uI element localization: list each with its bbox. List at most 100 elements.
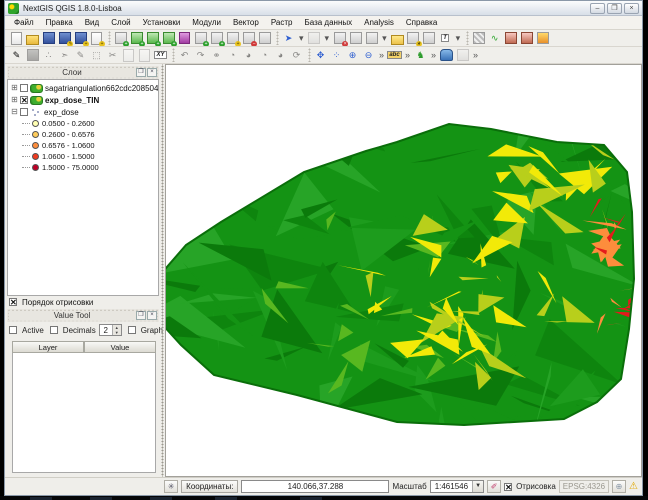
render-checkbox[interactable]: ✕ [504, 483, 512, 491]
menu-analysis[interactable]: Analysis [359, 17, 399, 28]
layer-row-sagatriangulation[interactable]: ⊞ sagatriangulation662cdc2085044b35... [8, 82, 158, 94]
layers-tree[interactable]: ⊞ sagatriangulation662cdc2085044b35... ⊞… [7, 79, 159, 296]
dropdown-caret[interactable]: ▾ [454, 33, 463, 44]
menu-view[interactable]: Вид [80, 17, 104, 28]
layer-row-exp-dose-tin[interactable]: ⊞ ✕ exp_dose_TIN [8, 94, 158, 106]
add-delimited-text-icon[interactable] [257, 31, 272, 46]
cut-features-icon[interactable]: ✂ [105, 48, 120, 63]
delete-ring-icon[interactable]: ◔ [257, 48, 272, 63]
add-feature-icon[interactable]: ∴ [41, 48, 56, 63]
save-as-image-icon[interactable]: + [73, 31, 88, 46]
zoom-out-icon[interactable]: ⊖ [361, 48, 376, 63]
menu-file[interactable]: Файл [9, 17, 39, 28]
open-project-icon[interactable] [25, 31, 40, 46]
add-ring-icon[interactable]: ◔ [225, 48, 240, 63]
minimize-button[interactable]: – [590, 3, 605, 14]
legend-class-row[interactable]: 1.0600 - 1.5000 [8, 151, 158, 162]
map-tips-icon[interactable] [390, 31, 405, 46]
legend-class-row[interactable]: 1.5000 - 75.0000 [8, 162, 158, 173]
show-bookmarks-icon[interactable] [422, 31, 437, 46]
render-order-row[interactable]: ✕ Порядок отрисовки [7, 296, 159, 309]
undo-icon[interactable]: ↶ [177, 48, 192, 63]
float-panel-icon[interactable]: ❐ [136, 68, 146, 77]
reshape-features-icon[interactable]: ⟳ [289, 48, 304, 63]
toolbar-overflow-icon[interactable]: » [471, 50, 480, 60]
title-bar[interactable]: NextGIS QGIS 1.8.0-Lisboa – ❐ × [5, 1, 642, 16]
map-canvas[interactable] [165, 64, 642, 477]
spin-down-icon[interactable]: ▼ [113, 330, 121, 335]
messages-warning-icon[interactable]: ⚠ [629, 481, 638, 492]
scale-combo[interactable]: 1:461546 ▼ [430, 480, 484, 493]
layers-panel-titlebar[interactable]: Слои ❐ × [7, 66, 159, 79]
chevron-down-icon[interactable]: ▼ [472, 481, 483, 492]
coordinates-button[interactable]: Координаты: [181, 480, 238, 493]
close-button[interactable]: × [624, 3, 639, 14]
column-header-layer[interactable]: Layer [12, 341, 84, 353]
layer-checkbox[interactable] [20, 108, 28, 116]
legend-class-row[interactable]: 0.6576 - 1.0600 [8, 140, 158, 151]
pan-map-icon[interactable]: ✥ [313, 48, 328, 63]
toolbar-overflow-icon[interactable]: » [429, 50, 438, 60]
add-vector-layer-icon[interactable]: + [113, 31, 128, 46]
layer-checkbox[interactable] [20, 84, 28, 92]
node-tool-icon[interactable]: ✎ [73, 48, 88, 63]
new-project-icon[interactable] [9, 31, 24, 46]
menu-raster[interactable]: Растр [266, 17, 298, 28]
redo-icon[interactable]: ↷ [193, 48, 208, 63]
paste-features-icon[interactable] [137, 48, 152, 63]
text-annotation-icon[interactable]: T [438, 31, 453, 46]
save-project-as-icon[interactable]: ✎ [57, 31, 72, 46]
menu-vector[interactable]: Вектор [228, 17, 264, 28]
delete-part-icon[interactable]: ◕ [273, 48, 288, 63]
labeling-icon[interactable]: abc [387, 48, 402, 63]
measure-line-icon[interactable] [364, 31, 379, 46]
profile-tool-icon[interactable]: ∿ [487, 31, 502, 46]
new-bookmark-icon[interactable]: ★ [406, 31, 421, 46]
add-wfs-layer-icon[interactable]: + [209, 31, 224, 46]
extents-toggle-icon[interactable]: ✳ [164, 480, 178, 493]
dropdown-caret[interactable]: ▾ [380, 33, 389, 44]
legend-class-row[interactable]: 0.2600 - 0.6576 [8, 129, 158, 140]
table-manager-icon[interactable] [455, 48, 470, 63]
dropdown-caret[interactable]: ▾ [323, 33, 332, 44]
open-attribute-table-icon[interactable] [348, 31, 363, 46]
active-checkbox[interactable] [9, 326, 17, 334]
close-panel-icon[interactable]: × [147, 311, 157, 320]
legend-class-row[interactable]: 0.0500 - 0.2600 [8, 118, 158, 129]
terrain-analysis-icon[interactable] [519, 31, 534, 46]
menu-database[interactable]: База данных [299, 17, 357, 28]
layer-row-exp-dose[interactable]: ⊟ exp_dose [8, 106, 158, 118]
expand-icon[interactable]: ⊞ [10, 84, 19, 93]
print-composer-icon[interactable]: + [89, 31, 104, 46]
move-feature-icon[interactable]: ➣ [57, 48, 72, 63]
remove-layer-icon[interactable]: − [241, 31, 256, 46]
add-spatialite-layer-icon[interactable]: + [161, 31, 176, 46]
identify-features-icon[interactable]: ➤ [281, 31, 296, 46]
spinbox-arrows[interactable]: ▲▼ [112, 325, 121, 335]
decimals-spinbox[interactable]: 2 ▲▼ [99, 324, 122, 336]
toolbar-overflow-icon[interactable]: » [403, 50, 412, 60]
decimals-checkbox[interactable] [50, 326, 58, 334]
zoom-in-icon[interactable]: ⊕ [345, 48, 360, 63]
database-manager-icon[interactable] [439, 48, 454, 63]
python-console-icon[interactable] [535, 31, 550, 46]
graph-checkbox[interactable] [128, 326, 136, 334]
maximize-button[interactable]: ❐ [607, 3, 622, 14]
toggle-editing-icon[interactable]: ✎ [9, 48, 24, 63]
capture-coordinates-icon[interactable]: XY [153, 48, 168, 63]
simplify-feature-icon[interactable]: ⚭ [209, 48, 224, 63]
copy-features-icon[interactable] [121, 48, 136, 63]
render-toggle[interactable]: ✕ Отрисовка [504, 482, 556, 491]
gps-tools-icon[interactable]: ♞ [413, 48, 428, 63]
save-edits-icon[interactable] [25, 48, 40, 63]
add-part-icon[interactable]: ◕ [241, 48, 256, 63]
close-panel-icon[interactable]: × [147, 68, 157, 77]
georeferencer-icon[interactable] [471, 31, 486, 46]
column-header-value[interactable]: Value [84, 341, 156, 353]
interpolation-icon[interactable] [503, 31, 518, 46]
menu-layer[interactable]: Слой [106, 17, 135, 28]
toolbar-overflow-icon[interactable]: » [377, 50, 386, 60]
collapse-icon[interactable]: ⊟ [10, 108, 19, 117]
layer-checkbox[interactable]: ✕ [20, 96, 28, 104]
float-panel-icon[interactable]: ❐ [136, 311, 146, 320]
